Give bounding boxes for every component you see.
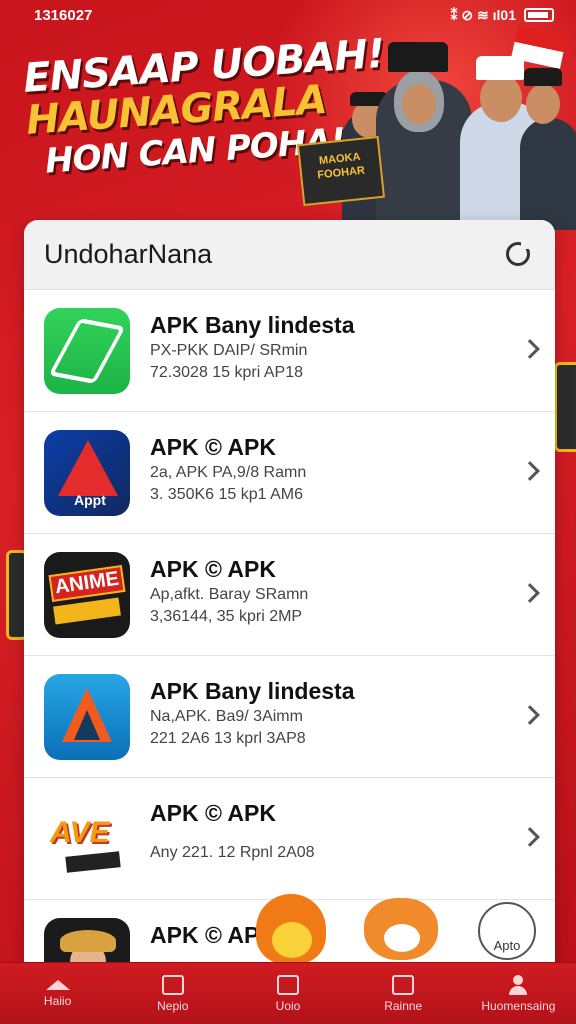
app-meta-2: 72.3028 15 kpri AP18 <box>150 364 304 381</box>
app-title: APK Bany lindesta <box>150 312 355 338</box>
green-arrow-icon <box>44 307 130 394</box>
nav-item-card[interactable]: Uoio <box>230 963 345 1024</box>
nav-item-home[interactable]: Haiio <box>0 963 115 1024</box>
grid-icon <box>161 974 184 995</box>
ave-logo-icon: AVE <box>44 795 130 882</box>
chevron-right-icon <box>520 582 540 603</box>
search-icon[interactable] <box>503 239 535 271</box>
nav-label: Haiio <box>43 993 72 1008</box>
app-title: APK © APK <box>150 434 276 460</box>
chevron-right-icon <box>520 338 540 359</box>
chevron-right-icon <box>520 460 540 481</box>
app-meta-2: 3. 350K6 15 kp1 AM6 <box>150 486 303 503</box>
nav-item-profile[interactable]: Huomensaing <box>461 963 576 1024</box>
app-list-card: UndoharNana APK Bany lindesta PX-PKK DAI… <box>24 220 555 964</box>
nav-label: Uoio <box>275 998 301 1013</box>
app-title: APK © APK <box>150 800 276 826</box>
chevron-right-icon <box>520 704 540 725</box>
app-meta-1: PX-PKK DAIP/ SRmin <box>150 342 308 359</box>
app-meta-2: Any 221. 12 Rpnl 2A08 <box>150 844 315 861</box>
app-meta-1: Na,APK. Ba9/ 3Aimm <box>150 708 303 725</box>
person-avatar-icon <box>44 918 130 964</box>
card-header: UndoharNana <box>24 220 555 290</box>
status-icons: ⁑ ⊘ ≋ ıl01 <box>451 7 554 24</box>
fox-mascot-icon <box>364 898 438 960</box>
home-icon <box>45 979 70 990</box>
list-item[interactable]: APK Bany lindesta Na,APK. Ba9/ 3Aimm 221… <box>24 656 555 778</box>
app-meta-1: 2a, APK PA,9/8 Ramn <box>150 464 307 481</box>
battery-icon <box>524 8 554 22</box>
list-item[interactable]: APK Bany lindesta PX-PKK DAIP/ SRmin 72.… <box>24 290 555 412</box>
banner-sign: MAOKA FOOHAR <box>296 135 386 207</box>
bottom-nav: Haiio Nepio Uoio Rainne Huomensaing <box>0 962 576 1024</box>
status-indicators: ⁑ ⊘ ≋ ıl01 <box>450 6 516 23</box>
profile-icon <box>507 974 529 995</box>
nav-label: Huomensaing <box>481 998 556 1013</box>
bird-mascot-icon <box>256 894 326 964</box>
nav-label: Nepio <box>157 998 189 1013</box>
app-meta-2: 3,36144, 35 kpri 2MP <box>150 608 303 625</box>
status-bar: 1316027 ⁑ ⊘ ≋ ıl01 <box>0 0 576 30</box>
anime-badge-icon: ANIME <box>44 551 130 638</box>
blue-orange-a-icon <box>44 673 130 760</box>
card-title: UndoharNana <box>44 239 213 269</box>
blue-red-a-icon: Appt <box>44 429 130 516</box>
nav-item-bookmark[interactable]: Rainne <box>346 963 461 1024</box>
app-title: APK Bany lindesta <box>150 678 355 704</box>
promo-banner[interactable]: ENSAAP UOBAH! HAUNAGRALA HON CAN POHA!! … <box>0 0 576 230</box>
list-item[interactable]: Appt APK © APK 2a, APK PA,9/8 Ramn 3. 35… <box>24 412 555 534</box>
nav-item-grid[interactable]: Nepio <box>115 963 230 1024</box>
card-icon <box>277 974 299 995</box>
list-item[interactable]: AVE APK © APK Any 221. 12 Rpnl 2A08 <box>24 778 555 900</box>
app-meta-1: Ap,afkt. Baray SRamn <box>150 586 309 603</box>
app-meta-2: 221 2A6 13 kprl 3AP8 <box>150 730 306 747</box>
status-time: 1316027 <box>34 6 93 24</box>
apto-badge[interactable]: Apto <box>478 902 536 960</box>
bookmark-icon <box>392 974 415 995</box>
nav-label: Rainne <box>384 998 423 1013</box>
list-item[interactable]: ANIME APK © APK Ap,afkt. Baray SRamn 3,3… <box>24 534 555 656</box>
banner-people-image <box>340 40 576 230</box>
chevron-right-icon <box>520 826 540 847</box>
decorative-phone-right <box>554 362 576 452</box>
app-title: APK © APK <box>150 556 276 582</box>
app-title: APK © AP <box>150 922 260 948</box>
